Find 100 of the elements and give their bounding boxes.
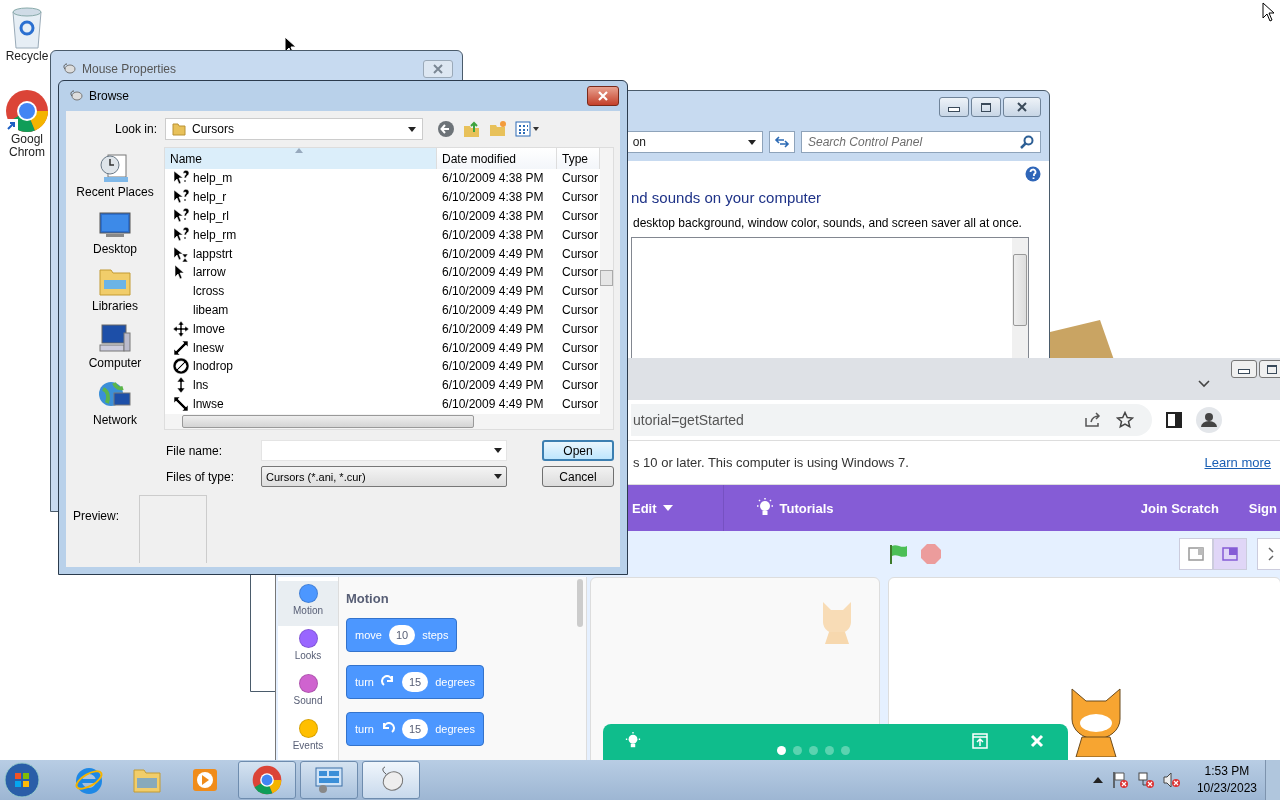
start-button[interactable] — [4, 762, 40, 798]
place-label[interactable]: Recent Places — [76, 185, 154, 199]
minimize-button[interactable] — [1231, 360, 1257, 378]
refresh-button[interactable] — [769, 131, 795, 153]
file-type-dropdown[interactable]: Cursors (*.ani, *.cur) — [261, 466, 507, 487]
category-item[interactable]: Looks — [278, 626, 338, 671]
taskbar-app-button[interactable] — [300, 761, 358, 799]
close-button[interactable] — [1003, 97, 1041, 117]
file-name[interactable]: libeam — [193, 302, 229, 317]
place-label[interactable]: Libraries — [92, 299, 138, 313]
expand-icon[interactable] — [972, 733, 988, 749]
side-panel-icon[interactable] — [1166, 412, 1182, 428]
file-name[interactable]: help_r — [193, 190, 227, 205]
code-block[interactable]: move 10 steps — [346, 618, 458, 652]
number-input[interactable]: 15 — [401, 719, 429, 739]
chevron-down-icon[interactable] — [1198, 380, 1210, 388]
file-name[interactable]: lcross — [193, 284, 225, 299]
desktop-icon-label[interactable]: Googl — [11, 133, 43, 146]
stage-size-button[interactable] — [1213, 538, 1247, 570]
show-desktop-button[interactable] — [1265, 760, 1280, 800]
scrollbar[interactable] — [165, 414, 613, 429]
table-cell-text: Cursor — [561, 190, 599, 205]
cancel-button[interactable]: Cancel — [542, 466, 614, 487]
place-label[interactable]: Computer — [88, 356, 142, 370]
category-item[interactable]: Sound — [278, 671, 338, 716]
help-icon[interactable] — [1025, 166, 1041, 182]
stage-size-button[interactable] — [1179, 538, 1213, 570]
number-input[interactable]: 15 — [401, 672, 429, 692]
taskbar-app-button[interactable] — [362, 761, 420, 799]
page-dot[interactable] — [825, 745, 834, 755]
star-icon[interactable] — [1116, 411, 1134, 429]
scrollbar[interactable] — [1012, 238, 1028, 360]
address-bar[interactable]: utorial=getStarted — [631, 404, 1152, 436]
cursor-icon — [173, 245, 189, 262]
table-cell-text: Cursor — [561, 246, 599, 261]
edit-menu[interactable]: Edit — [632, 500, 673, 516]
close-button[interactable] — [587, 86, 619, 106]
category-item[interactable]: Motion — [278, 581, 338, 626]
scrollbar[interactable] — [600, 148, 613, 414]
desktop-icon-label[interactable]: Recycle — [5, 50, 49, 63]
code-block[interactable]: turn 15 degrees — [346, 665, 484, 699]
new-folder-icon[interactable] — [489, 120, 507, 138]
menu-link[interactable]: Sign — [1248, 500, 1277, 516]
file-name[interactable]: lappstrt — [193, 246, 233, 261]
share-icon[interactable] — [1084, 412, 1102, 428]
column-header[interactable]: Date modified — [437, 148, 557, 169]
chrome-icon[interactable] — [5, 89, 49, 133]
up-folder-icon[interactable] — [463, 120, 481, 138]
look-in-dropdown[interactable]: Cursors — [165, 118, 423, 140]
file-name[interactable]: help_rl — [193, 209, 230, 223]
maximize-button[interactable] — [1259, 360, 1280, 378]
view-menu-icon[interactable] — [515, 121, 541, 137]
number-input[interactable]: 10 — [388, 625, 416, 645]
file-name-field[interactable] — [261, 440, 507, 461]
maximize-button[interactable] — [971, 97, 1001, 117]
scrollbar[interactable] — [577, 579, 583, 627]
place-label[interactable]: Network — [93, 413, 137, 427]
file-name[interactable]: lnodrop — [193, 359, 234, 374]
page-dot[interactable] — [841, 745, 850, 755]
desktop-icon-label[interactable]: Chrom — [9, 146, 45, 159]
page-dot[interactable] — [793, 745, 802, 755]
table-cell-text: Cursor — [561, 209, 599, 223]
stop-icon[interactable] — [920, 543, 942, 565]
stage-layout-icon — [1188, 547, 1204, 561]
learn-more-link[interactable]: Learn more — [1204, 455, 1271, 470]
page-dot[interactable] — [809, 745, 818, 755]
page-dot[interactable] — [777, 745, 786, 755]
table-cell-text: 6/10/2009 4:49 PM — [441, 359, 545, 374]
open-button[interactable]: Open — [542, 440, 614, 461]
code-block[interactable]: turn 15 degrees — [346, 712, 484, 746]
column-header[interactable]: Name — [165, 148, 437, 169]
search-field[interactable]: Search Control Panel — [801, 131, 1041, 153]
file-name[interactable]: help_m — [193, 171, 233, 186]
mouse-icon — [69, 90, 83, 102]
cursor-icon — [173, 339, 189, 356]
close-icon[interactable] — [1030, 734, 1044, 748]
file-name[interactable]: lnwse — [193, 396, 224, 411]
table-cell-text: 6/10/2009 4:49 PM — [441, 378, 545, 393]
file-name[interactable]: larrow — [193, 265, 226, 280]
table-cell-text: Cursor — [561, 265, 599, 280]
show-hidden-icons-icon[interactable] — [1092, 777, 1103, 783]
recycle-bin-icon[interactable] — [9, 6, 45, 50]
file-name[interactable]: lns — [193, 378, 209, 393]
menu-link[interactable]: Join Scratch — [1140, 500, 1219, 516]
category-item[interactable]: Events — [278, 716, 338, 760]
flag-icon[interactable] — [1110, 771, 1129, 789]
minimize-button[interactable] — [939, 97, 969, 117]
back-icon[interactable] — [437, 120, 455, 138]
taskbar-app-button[interactable] — [238, 761, 296, 799]
file-name[interactable]: help_rm — [193, 227, 237, 242]
profile-icon[interactable] — [1196, 407, 1222, 433]
volume-muted-icon[interactable] — [1162, 771, 1181, 789]
flag-icon[interactable] — [888, 543, 910, 565]
file-name[interactable]: lmove — [193, 321, 225, 336]
clock[interactable]: 1:53 PM 10/23/2023 — [1196, 763, 1257, 797]
place-label[interactable]: Desktop — [93, 242, 137, 256]
network-icon[interactable] — [1136, 771, 1155, 789]
file-name[interactable]: lnesw — [193, 340, 224, 355]
lightbulb-icon[interactable] — [625, 732, 641, 750]
cursor-icon — [173, 358, 189, 375]
